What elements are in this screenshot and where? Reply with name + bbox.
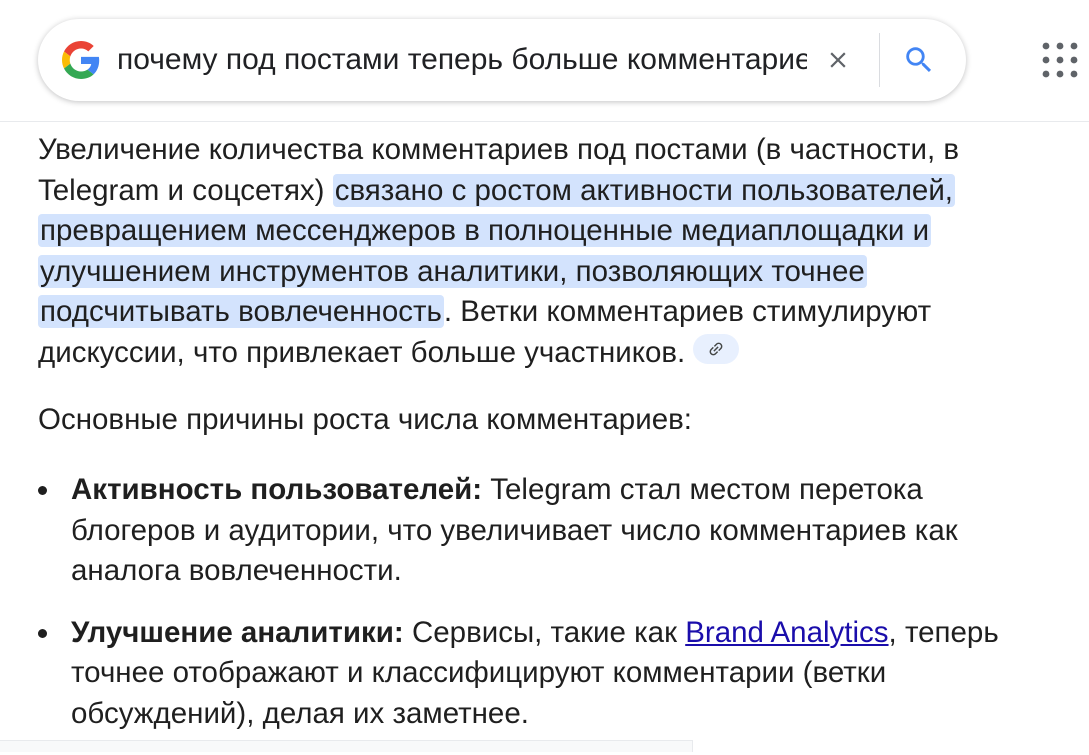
clear-search-button[interactable] [819, 41, 857, 79]
source-link-button[interactable] [693, 333, 740, 364]
answer-text: дискуссии, что привлекает больше участни… [38, 335, 686, 369]
list-item-text: точнее отображают и классифицируют комме… [71, 656, 887, 689]
reasons-intro: Основные причины роста числа комментарие… [38, 403, 692, 436]
close-icon [830, 52, 846, 68]
search-box[interactable] [38, 19, 966, 101]
search-input[interactable] [117, 39, 807, 81]
brand-analytics-link[interactable]: Brand Analytics [685, 616, 888, 649]
list-item-text: аналога вовлеченности. [71, 554, 402, 587]
ai-answer: Увеличение количества комментариев под п… [38, 130, 1089, 730]
answer-text: Telegram и соцсетях) [38, 173, 333, 207]
list-item-title: Улучшение аналитики: [71, 615, 404, 649]
list-item-title: Активность пользователей: [71, 473, 483, 506]
search-header [0, 0, 1089, 122]
list-item-text: блогеров и аудитории, что увеличивает чи… [71, 513, 958, 547]
list-item-text: обсуждений), делая их заметнее. [71, 696, 529, 730]
list-item-text: Сервисы, такие как [403, 615, 686, 649]
answer-highlight: превращением мессенджеров в полноценные … [38, 214, 932, 247]
apps-grid-icon[interactable] [1040, 40, 1080, 80]
list-item: Улучшение аналитики: Сервисы, такие как … [38, 613, 1089, 735]
search-icon [906, 47, 932, 73]
answer-text: Увеличение количества комментариев под п… [38, 133, 960, 166]
bullet-dot [38, 486, 47, 495]
google-g-icon [62, 41, 100, 79]
list-item-text: , теперь [888, 615, 999, 649]
answer-highlight: улучшением инструментов аналитики, позво… [38, 254, 867, 288]
list-item: Активность пользователей: Telegram стал … [38, 470, 1089, 592]
link-icon [709, 342, 723, 355]
bullet-dot [38, 628, 47, 638]
answer-highlight: связано с ростом активности пользователе… [332, 173, 956, 207]
search-button[interactable] [899, 40, 939, 80]
search-divider [879, 33, 880, 87]
answer-text: . Ветки комментариев стимулируют [443, 295, 932, 328]
list-item-text: Telegram стал местом перетока [482, 473, 923, 506]
reasons-list: Активность пользователей: Telegram стал … [38, 470, 1089, 755]
answer-paragraph: Увеличение количества комментариев под п… [38, 130, 1089, 373]
answer-highlight: подсчитывать вовлеченность [38, 295, 444, 328]
bottom-panel-edge [0, 740, 693, 752]
